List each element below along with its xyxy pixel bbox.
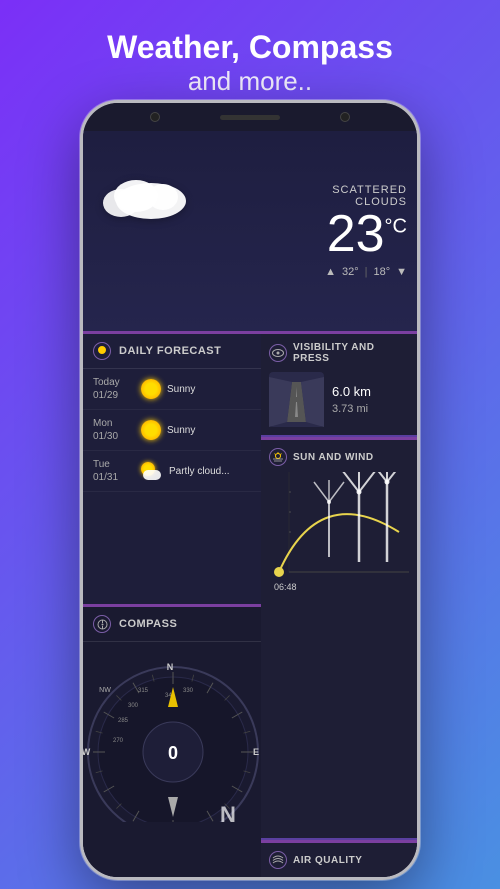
phone-frame: SCATTERED CLOUDS 23°C ▲ 32° | 18° ▼ (80, 100, 420, 880)
forecast-day-1-label: Today (93, 376, 135, 389)
forecast-title: DAILY FORECAST (119, 345, 221, 357)
weather-right: SCATTERED CLOUDS 23°C ▲ 32° | 18° ▼ (283, 131, 417, 331)
cloud-svg (91, 161, 191, 221)
sun-wind-section: SUN AND WIND (261, 440, 417, 840)
air-quality-section: AIR QUALITY (261, 843, 417, 877)
forecast-section: DAILY FORECAST Today 01/29 Sunny (83, 334, 261, 604)
svg-text:330: 330 (183, 688, 194, 694)
forecast-day-3-info: Tue 01/31 (93, 458, 135, 484)
forecast-day-2-info: Mon 01/30 (93, 417, 135, 443)
vis-values: 6.0 km 3.73 mi (332, 384, 371, 415)
forecast-row-1: Today 01/29 Sunny (83, 369, 261, 410)
main-grid: DAILY FORECAST Today 01/29 Sunny (83, 334, 417, 877)
svg-text:315: 315 (138, 688, 149, 694)
forecast-day-1-condition: Sunny (167, 384, 251, 395)
forecast-icon-svg (97, 346, 107, 356)
divider: | (365, 266, 368, 278)
vis-mi: 3.73 mi (332, 403, 371, 415)
temp-unit: °C (385, 216, 407, 238)
forecast-day-2-date: 01/30 (93, 430, 135, 443)
weather-left (83, 131, 283, 331)
forecast-day-3-date: 01/31 (93, 471, 135, 484)
compass-icon-wrapper (93, 615, 111, 633)
sun-wind-icon-svg (272, 452, 284, 462)
forecast-day-3-condition: Partly cloud... (169, 466, 251, 477)
left-column: DAILY FORECAST Today 01/29 Sunny (83, 334, 261, 877)
sw-header: SUN AND WIND (269, 448, 409, 466)
svg-text:N: N (167, 662, 174, 672)
compass-icon-svg (97, 619, 108, 630)
sun-wind-icon (269, 448, 287, 466)
temp-low: 18° (373, 266, 390, 278)
temperature-display: 23°C (293, 208, 407, 260)
road-svg (269, 372, 324, 427)
sun-icon-1 (141, 379, 161, 399)
forecast-row-2: Mon 01/30 Sunny (83, 410, 261, 451)
visibility-title: VISIBILITY AND PRESS (293, 342, 409, 364)
eye-icon-svg (272, 349, 284, 357)
phone-top-bar (83, 103, 417, 131)
svg-text:06:48: 06:48 (274, 582, 297, 592)
svg-text:W: W (83, 747, 91, 757)
forecast-day-1-info: Today 01/29 (93, 376, 135, 402)
forecast-day-3-label: Tue (93, 458, 135, 471)
svg-text:270: 270 (113, 738, 124, 744)
road-icon (269, 372, 324, 427)
partly-cloud-icon (141, 462, 163, 480)
forecast-header: DAILY FORECAST (83, 334, 261, 369)
compass-section: COMPASS (83, 607, 261, 877)
sun-icon-2 (141, 420, 161, 440)
svg-text:NW: NW (99, 687, 111, 694)
air-header: AIR QUALITY (269, 851, 409, 869)
forecast-row-3: Tue 01/31 Partly cloud... (83, 451, 261, 492)
compass-dial-area: N E S W NW 345 330 315 300 285 (83, 642, 261, 822)
right-column: VISIBILITY AND PRESS (261, 334, 417, 877)
air-title: AIR QUALITY (293, 855, 362, 866)
wind-chart-svg: 06:48 (269, 472, 409, 602)
sw-title: SUN AND WIND (293, 452, 374, 463)
forecast-day-2-condition: Sunny (167, 425, 251, 436)
app-title: Weather, Compass (20, 28, 480, 66)
svg-text:E: E (253, 747, 259, 757)
temp-range: ▲ 32° | 18° ▼ (293, 266, 407, 278)
forecast-icon (93, 342, 111, 360)
side-button-right (419, 203, 420, 258)
header-area: Weather, Compass and more.. (0, 0, 500, 113)
side-button-left (80, 223, 81, 263)
visibility-section: VISIBILITY AND PRESS (261, 334, 417, 437)
temp-high: 32° (342, 266, 359, 278)
svg-text:0: 0 (168, 743, 178, 763)
compass-header: COMPASS (83, 607, 261, 642)
speaker (220, 115, 280, 120)
compass-label: COMPASS (119, 618, 177, 630)
svg-text:N: N (220, 802, 236, 822)
svg-text:285: 285 (118, 718, 129, 724)
app-subtitle: and more.. (20, 66, 480, 97)
wind-chart: 06:48 (269, 472, 409, 602)
screen: SCATTERED CLOUDS 23°C ▲ 32° | 18° ▼ (83, 131, 417, 877)
weather-top-row: SCATTERED CLOUDS 23°C ▲ 32° | 18° ▼ (83, 131, 417, 331)
temp-value: 23 (327, 205, 385, 263)
vis-content: 6.0 km 3.73 mi (269, 372, 409, 427)
cloud-icon (91, 161, 191, 226)
vis-km: 6.0 km (332, 384, 371, 399)
forecast-day-1-date: 01/29 (93, 389, 135, 402)
vis-header: VISIBILITY AND PRESS (269, 342, 409, 364)
camera-left (150, 112, 160, 122)
down-arrow: ▼ (396, 266, 407, 278)
up-arrow: ▲ (325, 266, 336, 278)
air-quality-icon (269, 851, 287, 869)
compass-dial-svg: N E S W NW 345 330 315 300 285 (83, 652, 261, 822)
air-icon-svg (272, 855, 284, 865)
visibility-icon (269, 344, 287, 362)
forecast-day-2-label: Mon (93, 417, 135, 430)
camera-right (340, 112, 350, 122)
svg-text:300: 300 (128, 703, 139, 709)
